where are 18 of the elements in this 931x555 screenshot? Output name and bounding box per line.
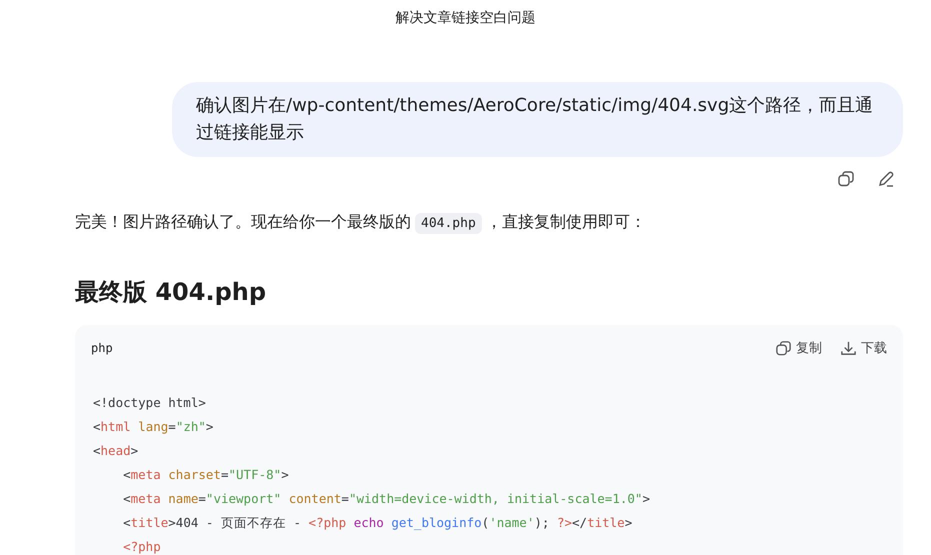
section-heading: 最终版 404.php — [75, 277, 268, 308]
code-line: <title>404 - 页面不存在 - <?php echo get_bloginfo('name'); ?></title> — [122, 514, 634, 532]
code-line: <meta charset="UTF-8"> — [122, 466, 290, 484]
code-line: <html lang="zh"> — [93, 418, 214, 436]
reply-paragraph: 完美！图片路径确认了。现在给你一个最终版的 404.php ，直接复制使用即可： — [75, 210, 903, 236]
download-button[interactable]: 下载 — [840, 339, 887, 357]
conversation-title: 解决文章链接空白问题 — [394, 9, 536, 28]
edit-icon[interactable] — [877, 170, 895, 188]
code-line: <?php — [122, 538, 162, 555]
user-message: 确认图片在/wp-content/themes/AeroCore/static/img/404.svg这个路径，而且通过链接能显示 — [172, 82, 903, 157]
code-line: <head> — [93, 442, 140, 460]
download-icon — [840, 340, 857, 356]
copy-icon — [775, 340, 792, 356]
copy-button[interactable]: 复制 — [775, 339, 822, 357]
copy-icon[interactable] — [837, 170, 855, 188]
code-language: php — [91, 341, 114, 355]
code-line: <meta name="viewport" content="width=device-width, initial-scale=1.0"> — [122, 490, 651, 508]
code-line: <!doctype html> — [93, 394, 207, 412]
